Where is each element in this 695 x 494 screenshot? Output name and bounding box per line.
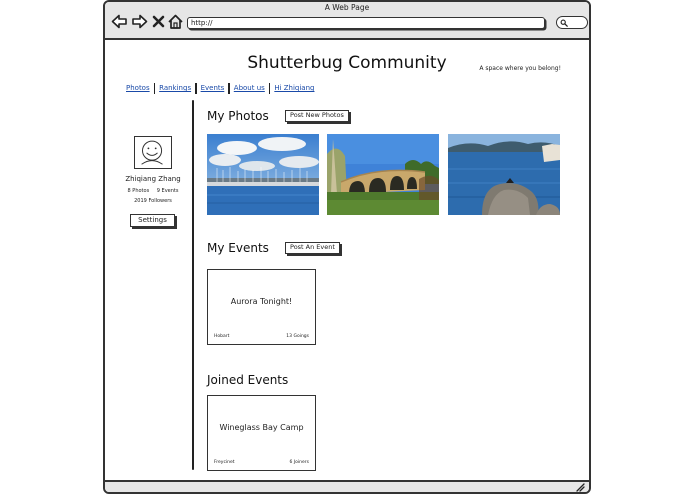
post-new-photos-button[interactable]: Post New Photos — [285, 110, 349, 122]
post-an-event-button[interactable]: Post An Event — [285, 242, 340, 254]
search-icon — [560, 19, 568, 27]
nav-link-rankings[interactable]: Rankings — [155, 84, 195, 92]
profile-stats: 8 Photos 9 Events — [105, 188, 201, 194]
avatar[interactable] — [134, 136, 172, 169]
browser-window: A Web Page http:// Shutterbug Community … — [103, 0, 591, 494]
browser-toolbar: A Web Page — [105, 2, 589, 40]
home-icon — [168, 14, 183, 29]
event-location: Freycinet — [214, 460, 235, 465]
coastal-rock-image — [448, 134, 560, 215]
event-card[interactable]: Aurora Tonight! Hobart 13 Goings — [207, 269, 316, 345]
close-x-icon — [152, 15, 165, 28]
back-arrow-icon — [111, 14, 127, 29]
profile-name: Zhiqiang Zhang — [125, 175, 181, 183]
event-count: 9 Events — [156, 188, 179, 194]
sidebar-divider — [192, 100, 194, 470]
window-title: A Web Page — [324, 3, 370, 12]
settings-button[interactable]: Settings — [130, 214, 175, 227]
smiley-face-icon — [141, 140, 163, 165]
nav-link-events[interactable]: Events — [197, 84, 229, 92]
event-name: Aurora Tonight! — [230, 297, 293, 306]
harbor-marina-image — [207, 134, 319, 215]
resize-grip-icon[interactable] — [576, 483, 585, 492]
forward-button[interactable] — [131, 13, 148, 30]
event-attendee-count: 13 Goings — [286, 334, 309, 339]
home-button[interactable] — [167, 13, 184, 30]
my-photos-heading: My Photos — [207, 109, 269, 123]
back-button[interactable] — [111, 13, 128, 30]
event-name: Wineglass Bay Camp — [219, 423, 304, 432]
joined-event-card[interactable]: Wineglass Bay Camp Freycinet 6 Joiners — [207, 395, 316, 471]
page-content: Shutterbug Community A space where you b… — [105, 42, 589, 480]
stone-bridge-image — [327, 134, 439, 215]
search-button[interactable] — [556, 16, 588, 29]
url-input[interactable] — [187, 17, 545, 29]
forward-arrow-icon — [132, 14, 148, 29]
coastal-rock-photo[interactable] — [448, 134, 560, 215]
nav-link-user-greeting[interactable]: Hi Zhiqiang — [270, 84, 318, 92]
main-nav: Photos Rankings Events About us Hi Zhiqi… — [124, 82, 318, 94]
stop-button[interactable] — [150, 13, 167, 30]
site-tagline: A space where you belong! — [479, 65, 561, 72]
event-attendee-count: 6 Joiners — [289, 460, 309, 465]
stone-bridge-photo[interactable] — [327, 134, 439, 215]
follower-count: 2019 Followers — [134, 198, 172, 204]
status-bar — [105, 480, 589, 492]
nav-link-photos[interactable]: Photos — [124, 84, 154, 92]
my-events-heading: My Events — [207, 241, 269, 255]
harbor-marina-photo[interactable] — [207, 134, 319, 215]
photo-count: 8 Photos — [127, 188, 150, 194]
event-location: Hobart — [214, 334, 230, 339]
nav-link-about-us[interactable]: About us — [230, 84, 269, 92]
joined-events-heading: Joined Events — [207, 373, 289, 387]
